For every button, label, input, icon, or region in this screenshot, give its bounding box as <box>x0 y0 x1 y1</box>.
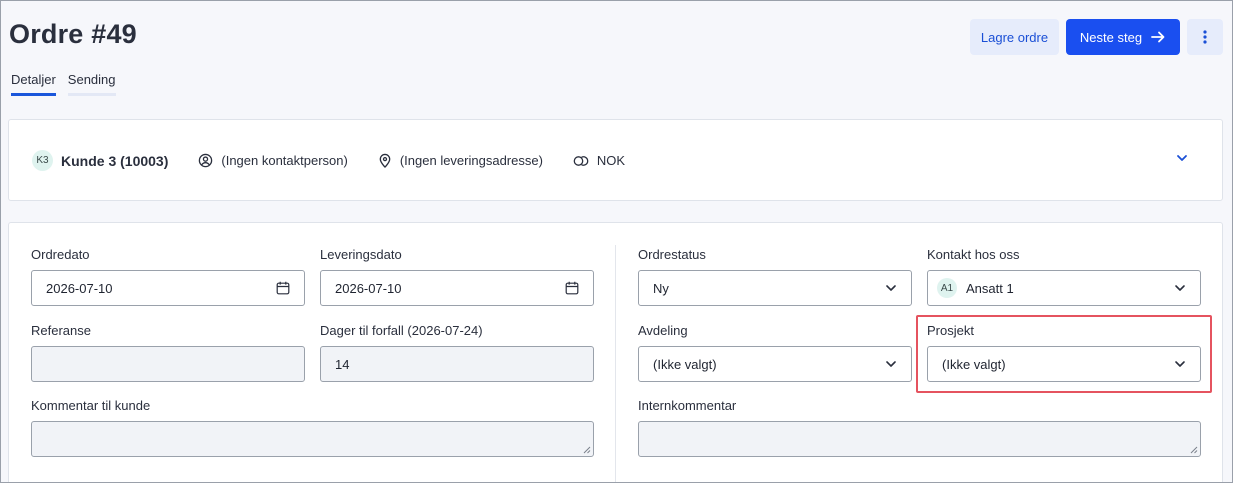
our-contact-select[interactable]: A1 Ansatt 1 <box>927 270 1201 306</box>
chevron-down-icon <box>886 285 896 291</box>
column-divider <box>615 245 616 482</box>
chevron-down-icon <box>1177 155 1187 161</box>
delivery-address-label: (Ingen leveringsadresse) <box>399 153 543 168</box>
next-step-label: Neste steg <box>1079 29 1143 45</box>
customer-card: K3 Kunde 3 (10003) (Ingen kontaktperson)… <box>8 119 1223 201</box>
more-options-button[interactable] <box>1187 19 1223 55</box>
customer-comment-label: Kommentar til kunde <box>31 398 151 413</box>
kebab-menu-icon <box>1203 30 1207 44</box>
resize-handle-icon[interactable] <box>583 446 591 454</box>
internal-comment-textarea[interactable] <box>638 421 1201 457</box>
contact-person[interactable]: (Ingen kontaktperson) <box>198 153 348 168</box>
calendar-icon <box>276 281 290 295</box>
order-page: Ordre #49 Detaljer Sending Lagre ordre N… <box>0 0 1233 483</box>
chevron-down-icon <box>1175 361 1185 367</box>
coins-icon <box>573 155 589 166</box>
tab-bar: Detaljer Sending <box>11 72 116 96</box>
department-value: (Ikke valgt) <box>653 356 717 372</box>
chevron-down-icon <box>886 361 896 367</box>
due-days-label: Dager til forfall (2026-07-24) <box>320 323 483 338</box>
reference-label: Referanse <box>31 323 91 338</box>
calendar-icon <box>565 281 579 295</box>
chevron-down-icon <box>1175 285 1185 291</box>
currency[interactable]: NOK <box>573 153 625 168</box>
order-date-field[interactable]: 2026-07-10 <box>31 270 305 306</box>
customer-name[interactable]: Kunde 3 (10003) <box>61 153 168 169</box>
reference-input[interactable] <box>31 346 305 382</box>
delivery-address[interactable]: (Ingen leveringsadresse) <box>378 153 543 168</box>
page-title: Ordre #49 <box>9 19 137 49</box>
delivery-date-value: 2026-07-10 <box>335 280 402 296</box>
project-value: (Ikke valgt) <box>942 356 1006 372</box>
internal-comment-label: Internkommentar <box>638 398 737 413</box>
project-label: Prosjekt <box>927 323 974 338</box>
our-contact-label: Kontakt hos oss <box>927 247 1020 262</box>
save-order-button[interactable]: Lagre ordre <box>970 19 1059 55</box>
expand-customer-button[interactable] <box>1175 151 1189 170</box>
delivery-date-label: Leveringsdato <box>320 247 402 262</box>
tab-shipping[interactable]: Sending <box>67 72 116 96</box>
due-days-value: 14 <box>335 356 350 372</box>
project-select[interactable]: (Ikke valgt) <box>927 346 1201 382</box>
resize-handle-icon[interactable] <box>1190 446 1198 454</box>
location-pin-icon <box>379 153 391 168</box>
user-circle-icon <box>199 153 213 168</box>
tab-details[interactable]: Detaljer <box>11 72 56 96</box>
employee-avatar: A1 <box>937 278 957 298</box>
order-status-label: Ordrestatus <box>638 247 706 262</box>
delivery-date-field[interactable]: 2026-07-10 <box>320 270 594 306</box>
customer-comment-textarea[interactable] <box>31 421 594 457</box>
next-step-button[interactable]: Neste steg <box>1066 19 1180 55</box>
order-date-label: Ordredato <box>31 247 90 262</box>
order-status-value: Ny <box>653 280 669 296</box>
due-days-input[interactable]: 14 <box>320 346 594 382</box>
customer-summary: K3 Kunde 3 (10003) (Ingen kontaktperson)… <box>32 150 625 171</box>
currency-label: NOK <box>596 153 626 168</box>
order-date-value: 2026-07-10 <box>46 280 113 296</box>
customer-avatar: K3 <box>32 150 53 171</box>
contact-person-label: (Ingen kontaktperson) <box>221 153 348 168</box>
order-details-form: Ordredato 2026-07-10 Leveringsdato 2026-… <box>8 222 1223 482</box>
department-select[interactable]: (Ikke valgt) <box>638 346 912 382</box>
department-label: Avdeling <box>638 323 688 338</box>
our-contact-value: Ansatt 1 <box>966 280 1014 296</box>
order-status-select[interactable]: Ny <box>638 270 912 306</box>
arrow-right-icon <box>1151 31 1165 43</box>
